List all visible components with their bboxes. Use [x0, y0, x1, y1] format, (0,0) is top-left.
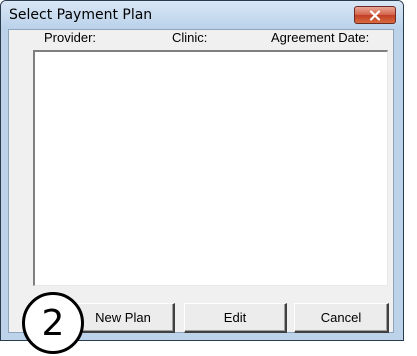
column-header-clinic: Clinic: [172, 30, 208, 45]
edit-button[interactable]: Edit [184, 303, 287, 333]
window-title: Select Payment Plan [9, 7, 153, 23]
close-button[interactable] [354, 6, 396, 24]
column-header-agreement-date: Agreement Date: [271, 30, 370, 45]
title-bar[interactable]: Select Payment Plan [1, 1, 403, 30]
payment-plan-list[interactable] [33, 50, 388, 286]
column-header-provider: Provider: [44, 30, 97, 45]
cancel-button[interactable]: Cancel [294, 303, 389, 333]
close-x-icon [369, 9, 381, 21]
step-callout-badge: 2 [22, 292, 84, 354]
new-plan-button[interactable]: New Plan [72, 303, 175, 333]
